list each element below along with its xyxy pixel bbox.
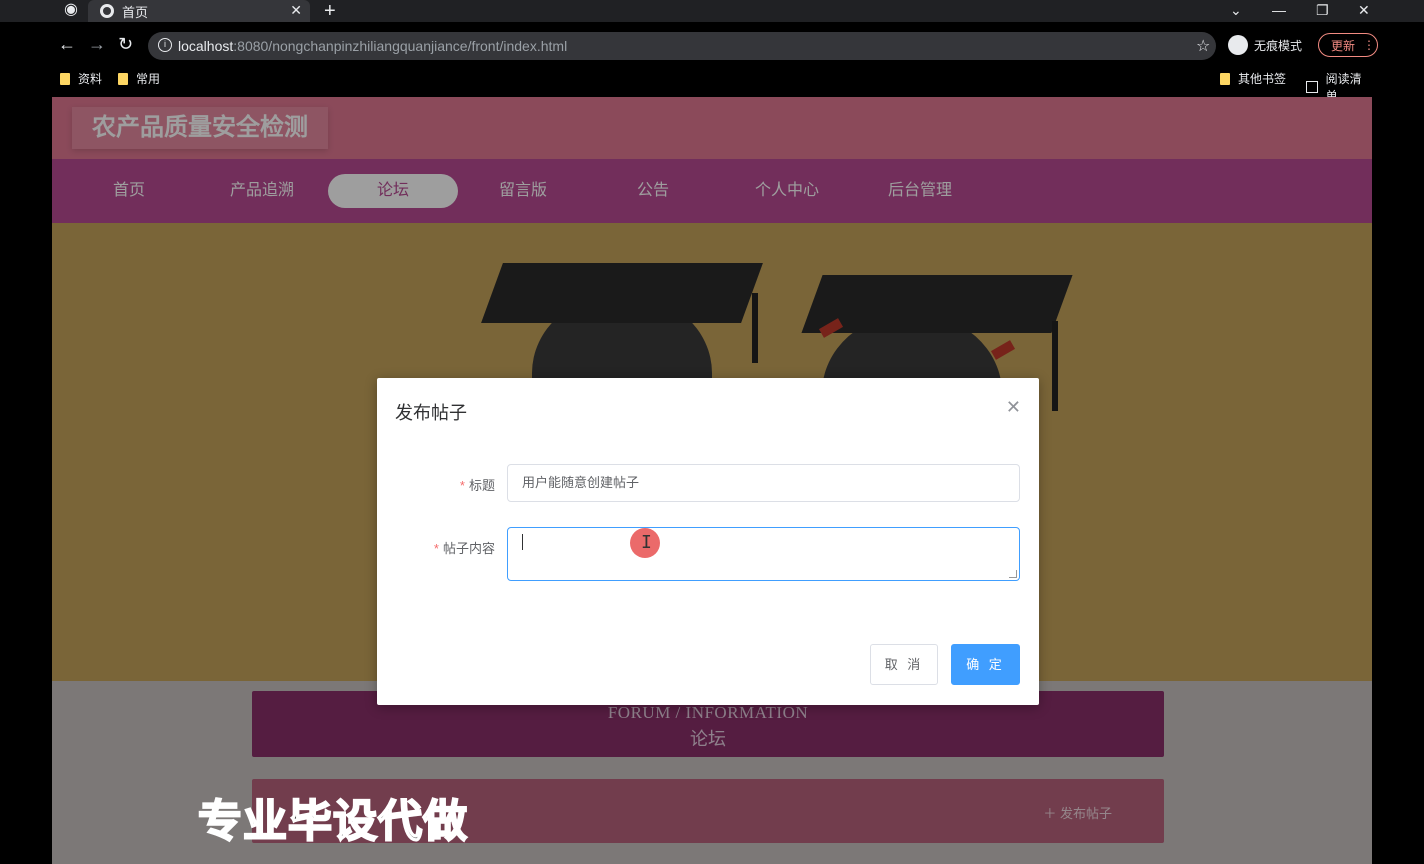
reload-icon[interactable]: ↻ <box>118 34 133 55</box>
restore-icon[interactable]: ❐ <box>1316 0 1329 20</box>
watermark-text: 专业毕设代做 <box>197 796 468 847</box>
incognito-indicator[interactable]: 无痕模式 <box>1228 35 1302 55</box>
minimize-icon[interactable]: — <box>1272 0 1286 20</box>
window-close-icon[interactable]: ✕ <box>1358 0 1370 20</box>
title-label: * 标题 <box>460 475 495 494</box>
content-label: * 帖子内容 <box>434 538 495 557</box>
bookmark-star-icon[interactable]: ☆ <box>1196 36 1210 56</box>
update-button[interactable]: 更新 ⋮ <box>1318 33 1378 57</box>
chrome-menu-icon[interactable]: ◉ <box>64 0 78 20</box>
tab-title: 首页 <box>122 4 149 20</box>
title-input[interactable]: 用户能随意创建帖子 <box>507 464 1020 502</box>
confirm-button[interactable]: 确 定 <box>951 644 1020 685</box>
bookmark-folder-changyong[interactable]: 常用 <box>118 70 160 87</box>
browser-tab[interactable]: 首页 ✕ <box>88 0 310 22</box>
forward-icon[interactable]: → <box>88 34 106 55</box>
tab-close-icon[interactable]: ✕ <box>290 2 302 19</box>
bookmark-label: 资料 <box>78 72 103 86</box>
title-label-text: 标题 <box>468 478 495 493</box>
incognito-icon <box>1228 35 1248 55</box>
new-tab-button[interactable]: + <box>324 0 336 22</box>
update-label: 更新 <box>1331 38 1356 53</box>
folder-icon <box>118 72 128 85</box>
publish-post-dialog: 发布帖子 ✕ * 标题 用户能随意创建帖子 * 帖子内容 取 消 确 定 <box>377 378 1039 705</box>
url-path: :8080/nongchanpinzhiliangquanjiance/fron… <box>233 38 568 54</box>
url-host: localhost <box>178 38 234 54</box>
browser-toolbar: ← → ↻ i localhost:8080/nongchanpinzhilia… <box>52 30 1378 62</box>
resize-handle[interactable] <box>1009 570 1017 578</box>
kebab-menu-icon: ⋮ <box>1363 38 1376 52</box>
address-bar[interactable]: i localhost:8080/nongchanpinzhiliangquan… <box>148 32 1216 60</box>
reading-list-icon <box>1306 81 1318 93</box>
required-mark: * <box>459 478 465 493</box>
text-cursor-icon: I <box>641 532 652 553</box>
required-mark: * <box>433 541 439 556</box>
dialog-title: 发布帖子 <box>395 403 467 423</box>
folder-icon <box>1220 72 1230 85</box>
bookmarks-bar: 资料 常用 其他书签 阅读清单 <box>52 68 1372 103</box>
incognito-label: 无痕模式 <box>1254 38 1303 53</box>
close-icon[interactable]: ✕ <box>1006 397 1021 418</box>
tab-search-icon[interactable]: ⌄ <box>1230 0 1242 20</box>
other-bookmarks[interactable]: 其他书签 <box>1220 70 1286 87</box>
back-icon[interactable]: ← <box>58 34 76 55</box>
globe-icon <box>100 4 114 18</box>
text-caret <box>522 534 523 550</box>
content-label-text: 帖子内容 <box>442 541 495 556</box>
other-bookmarks-label: 其他书签 <box>1238 72 1287 86</box>
cancel-button[interactable]: 取 消 <box>870 644 938 685</box>
content-textarea[interactable] <box>507 527 1020 581</box>
site-info-icon[interactable]: i <box>158 38 172 52</box>
browser-tab-bar: ◉ 首页 ✕ + ⌄ — ❐ ✕ <box>0 0 1424 22</box>
bookmark-folder-ziliao[interactable]: 资料 <box>60 70 102 87</box>
folder-icon <box>60 72 70 85</box>
bookmark-label: 常用 <box>136 72 161 86</box>
